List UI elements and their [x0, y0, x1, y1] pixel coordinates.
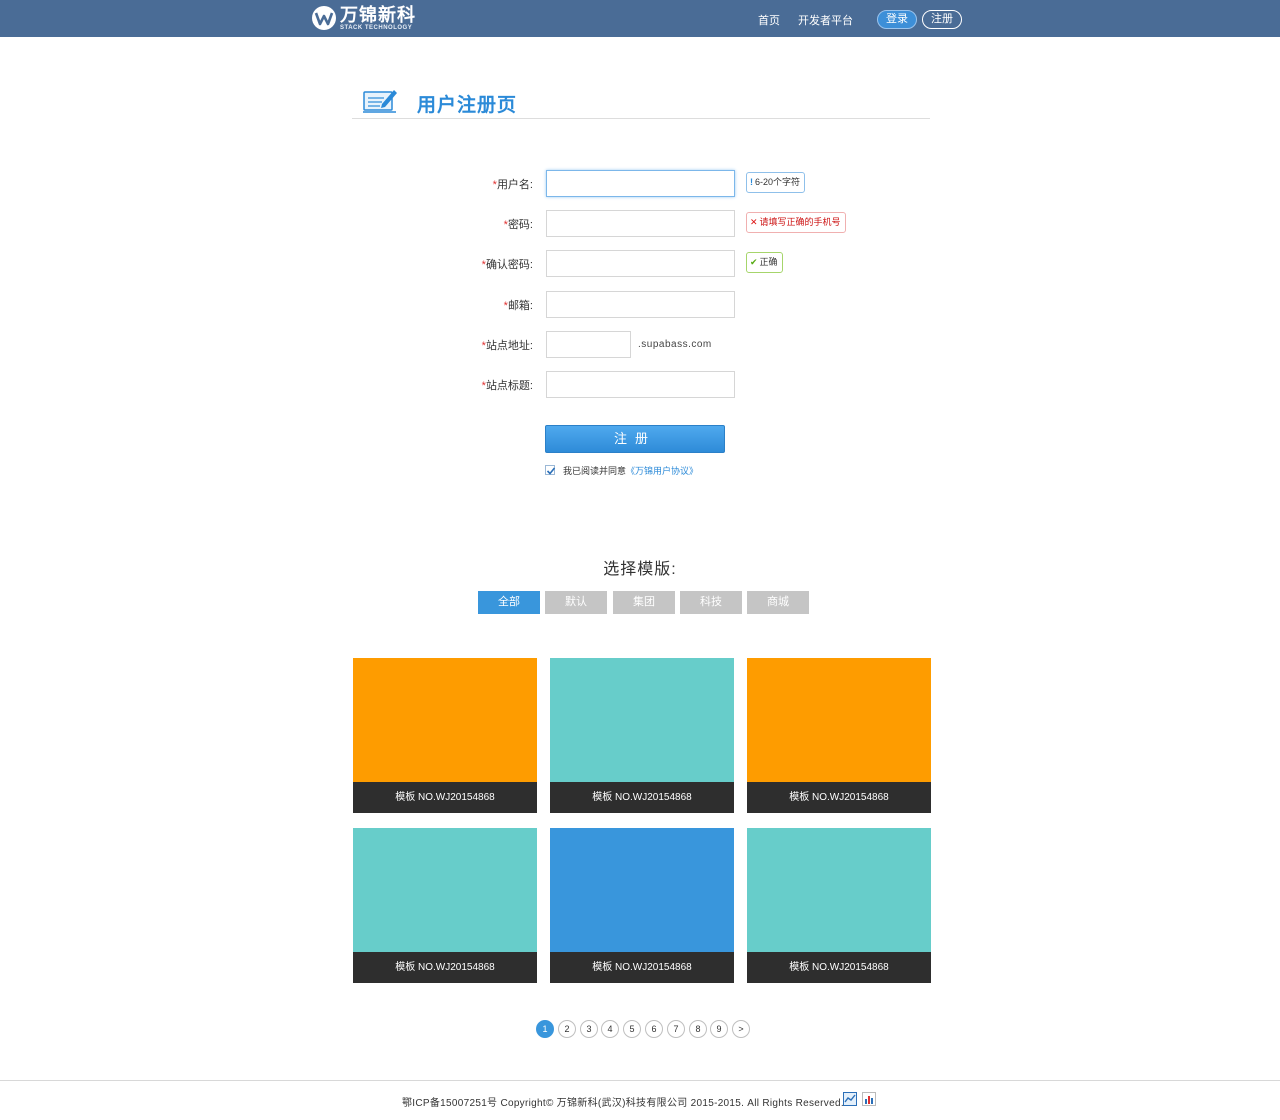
logo-w-icon — [312, 6, 336, 30]
email-row: *邮箱: — [440, 291, 860, 318]
template-caption: 模板 NO.WJ20154868 — [353, 952, 537, 983]
template-caption: 模板 NO.WJ20154868 — [550, 952, 734, 983]
choose-template-heading: 选择模版: — [603, 561, 677, 578]
register-button[interactable]: 注册 — [922, 10, 962, 29]
notepad-pen-icon — [362, 86, 398, 119]
agree-checkbox[interactable] — [545, 465, 556, 475]
template-caption: 模板 NO.WJ20154868 — [747, 782, 931, 813]
email-label: 邮箱: — [507, 300, 533, 312]
site-address-input[interactable] — [546, 331, 631, 358]
page-7[interactable]: 7 — [667, 1020, 685, 1038]
template-thumbnail[interactable] — [550, 828, 734, 952]
template-thumbnail[interactable] — [747, 828, 931, 952]
nav-developer-link[interactable]: 开发者平台 — [798, 12, 853, 28]
footer-badges — [843, 1092, 876, 1111]
password-input[interactable] — [546, 210, 735, 237]
template-caption: 模板 NO.WJ20154868 — [550, 782, 734, 813]
confirm-password-input[interactable] — [546, 250, 735, 277]
confirm-password-label: 确认密码: — [485, 259, 533, 271]
page-2[interactable]: 2 — [558, 1020, 576, 1038]
page-4[interactable]: 4 — [601, 1020, 619, 1038]
footer-copyright: 鄂ICP备15007251号 Copyright© 万锦新科(武汉)科技有限公司… — [402, 1098, 844, 1109]
username-hint: ! 6-20个字符 — [746, 172, 806, 193]
top-navigation-bar: 万锦新科 STACK TECHNOLOGY 首页 开发者平台 登录 注册 — [0, 0, 1280, 37]
template-thumbnail[interactable] — [353, 828, 537, 952]
category-all[interactable]: 全部 — [478, 591, 540, 614]
stats-chart-icon[interactable] — [843, 1092, 857, 1111]
nav-home-link[interactable]: 首页 — [758, 12, 780, 28]
user-agreement-link[interactable]: 《万锦用户协议》 — [626, 464, 698, 477]
site-title-input[interactable] — [546, 371, 735, 398]
page-6[interactable]: 6 — [645, 1020, 663, 1038]
template-thumbnail[interactable] — [747, 658, 931, 782]
site-address-row: *站点地址: .supabass.com — [440, 331, 860, 358]
analytics-bar-icon[interactable] — [862, 1092, 876, 1111]
username-row: *用户名: ! 6-20个字符 — [440, 170, 860, 197]
password-label: 密码: — [507, 219, 533, 231]
agree-text: 我已阅读并同意 — [563, 465, 627, 476]
site-title-row: *站点标题: — [440, 371, 860, 398]
next-page-button[interactable]: > — [732, 1020, 750, 1038]
error-x-icon: ✕ — [750, 217, 758, 227]
login-button[interactable]: 登录 — [877, 10, 917, 29]
template-caption: 模板 NO.WJ20154868 — [353, 782, 537, 813]
page-5[interactable]: 5 — [623, 1020, 641, 1038]
template-card[interactable]: 模板 NO.WJ20154868 — [550, 658, 734, 813]
check-icon: ✔ — [750, 257, 758, 267]
info-icon: ! — [750, 177, 753, 187]
username-input[interactable] — [546, 170, 735, 197]
confirm-password-ok: ✔ 正确 — [746, 252, 783, 273]
template-thumbnail[interactable] — [353, 658, 537, 782]
page-title: 用户注册页 — [417, 95, 518, 116]
password-error-text: 请填写正确的手机号 — [759, 217, 841, 227]
username-hint-text: 6-20个字符 — [755, 177, 801, 187]
page-3[interactable]: 3 — [580, 1020, 598, 1038]
submit-register-button[interactable]: 注册 — [545, 425, 725, 453]
footer-divider — [0, 1080, 1280, 1081]
confirm-password-ok-text: 正确 — [759, 257, 778, 267]
brand-logo[interactable]: 万锦新科 STACK TECHNOLOGY — [312, 4, 416, 32]
category-mall[interactable]: 商城 — [747, 591, 809, 614]
page-9[interactable]: 9 — [710, 1020, 728, 1038]
template-card[interactable]: 模板 NO.WJ20154868 — [353, 828, 537, 983]
password-row: *密码: ✕ 请填写正确的手机号 — [440, 210, 860, 237]
template-card[interactable]: 模板 NO.WJ20154868 — [550, 828, 734, 983]
logo-subtitle: STACK TECHNOLOGY — [340, 24, 413, 31]
page-8[interactable]: 8 — [689, 1020, 707, 1038]
category-group[interactable]: 集团 — [613, 591, 675, 614]
logo-name: 万锦新科 — [340, 4, 416, 25]
domain-suffix: .supabass.com — [638, 339, 712, 350]
template-card[interactable]: 模板 NO.WJ20154868 — [353, 658, 537, 813]
template-card[interactable]: 模板 NO.WJ20154868 — [747, 828, 931, 983]
email-input[interactable] — [546, 291, 735, 318]
page-1[interactable]: 1 — [536, 1020, 554, 1038]
template-card[interactable]: 模板 NO.WJ20154868 — [747, 658, 931, 813]
site-address-label: 站点地址: — [485, 340, 533, 352]
agreement-row: 我已阅读并同意 《万锦用户协议》 — [545, 463, 698, 477]
category-default[interactable]: 默认 — [545, 591, 607, 614]
confirm-password-row: *确认密码: ✔ 正确 — [440, 250, 860, 277]
page-title-section: 用户注册页 — [352, 82, 930, 119]
template-thumbnail[interactable] — [550, 658, 734, 782]
password-error: ✕ 请填写正确的手机号 — [746, 212, 846, 233]
category-tech[interactable]: 科技 — [680, 591, 742, 614]
site-title-label: 站点标题: — [485, 380, 533, 392]
username-label: 用户名: — [496, 179, 533, 191]
template-caption: 模板 NO.WJ20154868 — [747, 952, 931, 983]
